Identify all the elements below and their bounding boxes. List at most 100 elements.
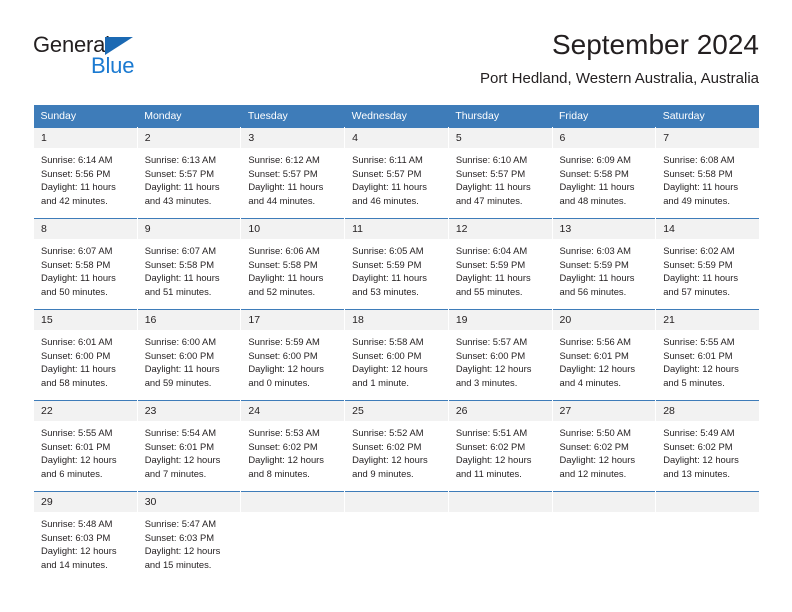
calendar-day-cell[interactable]: 20 Sunrise: 5:56 AM Sunset: 6:01 PM Dayligh… — [551, 309, 657, 401]
daylight-text: Daylight: 12 hours and 3 minutes. — [455, 363, 532, 388]
day-number: 9 — [137, 219, 241, 239]
calendar-day-cell[interactable]: 27 Sunrise: 5:50 AM Sunset: 6:02 PM Dayligh… — [551, 400, 657, 492]
sunset-text: Sunset: 5:58 PM — [41, 258, 111, 270]
sunset-text: Sunset: 5:58 PM — [144, 258, 215, 270]
sunset-text: Sunset: 6:00 PM — [455, 349, 526, 361]
calendar-day-cell[interactable]: 17 Sunrise: 5:59 AM Sunset: 6:00 PM Dayligh… — [240, 309, 346, 401]
weekday-header-tuesday: Tuesday — [240, 105, 345, 128]
day-details: Sunrise: 5:55 AM Sunset: 6:01 PM Daylight:… — [656, 330, 759, 389]
day-details: Sunrise: 5:57 AM Sunset: 6:00 PM Daylight:… — [449, 330, 552, 389]
sunrise-text: Sunrise: 6:10 AM — [455, 154, 528, 165]
daylight-text: Daylight: 12 hours and 9 minutes. — [352, 454, 428, 479]
day-details: Sunrise: 5:50 AM Sunset: 6:02 PM Daylight:… — [553, 421, 656, 480]
day-number: 30 — [137, 492, 241, 512]
day-number: 4 — [345, 128, 448, 148]
calendar-day-cell[interactable]: 30 Sunrise: 5:47 AM Sunset: 6:03 PM Dayligh… — [136, 491, 242, 582]
day-details: Sunrise: 5:54 AM Sunset: 6:01 PM Daylight:… — [138, 421, 241, 480]
title-block: September 2024 Port Hedland, Western Aus… — [480, 28, 759, 90]
calendar-day-cell[interactable]: 25 Sunrise: 5:52 AM Sunset: 6:02 PM Dayligh… — [344, 400, 449, 492]
daylight-text: Daylight: 11 hours and 42 minutes. — [41, 181, 116, 206]
calendar-day-cell[interactable]: 18 Sunrise: 5:58 AM Sunset: 6:00 PM Dayligh… — [344, 309, 449, 401]
calendar-day-cell[interactable]: 21 Sunrise: 5:55 AM Sunset: 6:01 PM Dayligh… — [655, 309, 760, 401]
calendar-day-cell[interactable]: 15 Sunrise: 6:01 AM Sunset: 6:00 PM Dayligh… — [33, 309, 138, 401]
calendar-day-cell[interactable]: 10 Sunrise: 6:06 AM Sunset: 5:58 PM Dayligh… — [240, 218, 346, 310]
sunset-text: Sunset: 6:02 PM — [455, 440, 526, 452]
weekday-header-thursday: Thursday — [448, 105, 553, 128]
day-number: 1 — [34, 128, 137, 148]
day-number: 26 — [448, 401, 552, 421]
day-details: Sunrise: 6:07 AM Sunset: 5:58 PM Daylight:… — [34, 239, 137, 298]
sunrise-text: Sunrise: 5:57 AM — [455, 336, 528, 347]
calendar-day-cell[interactable]: 26 Sunrise: 5:51 AM Sunset: 6:02 PM Dayligh… — [447, 400, 553, 492]
sunset-text: Sunset: 6:01 PM — [144, 440, 215, 452]
calendar-day-cell[interactable]: 7 Sunrise: 6:08 AM Sunset: 5:58 PM Daylight… — [655, 127, 760, 219]
calendar-day-cell[interactable]: 8 Sunrise: 6:07 AM Sunset: 5:58 PM Daylight… — [33, 218, 138, 310]
daylight-text: Daylight: 12 hours and 13 minutes. — [663, 454, 739, 479]
page-header: General Blue September 2024 Port Hedland… — [33, 28, 759, 100]
calendar-week-row: 15 Sunrise: 6:01 AM Sunset: 6:00 PM Dayligh… — [33, 309, 760, 401]
calendar-day-cell[interactable]: 9 Sunrise: 6:07 AM Sunset: 5:58 PM Daylight… — [136, 218, 242, 310]
sunrise-text: Sunrise: 5:48 AM — [41, 518, 113, 529]
daylight-text: Daylight: 11 hours and 46 minutes. — [352, 181, 427, 206]
calendar-day-cell[interactable]: 2 Sunrise: 6:13 AM Sunset: 5:57 PM Daylight… — [136, 127, 242, 219]
daylight-text: Daylight: 12 hours and 0 minutes. — [248, 363, 324, 388]
sunrise-text: Sunrise: 5:58 AM — [352, 336, 424, 347]
sunrise-text: Sunrise: 5:56 AM — [559, 336, 631, 347]
day-details: Sunrise: 6:11 AM Sunset: 5:57 PM Daylight:… — [345, 148, 448, 207]
calendar-day-cell[interactable]: 14 Sunrise: 6:02 AM Sunset: 5:59 PM Dayligh… — [655, 218, 760, 310]
calendar-day-cell[interactable]: 19 Sunrise: 5:57 AM Sunset: 6:00 PM Dayligh… — [447, 309, 553, 401]
sunset-text: Sunset: 6:02 PM — [559, 440, 629, 452]
daylight-text: Daylight: 11 hours and 47 minutes. — [455, 181, 531, 206]
daylight-text: Daylight: 11 hours and 55 minutes. — [455, 272, 531, 297]
sunrise-text: Sunrise: 5:49 AM — [663, 427, 735, 438]
calendar-header-row: Sunday Monday Tuesday Wednesday Thursday… — [33, 105, 760, 128]
calendar-day-cell[interactable]: 5 Sunrise: 6:10 AM Sunset: 5:57 PM Daylight… — [447, 127, 553, 219]
sunset-text: Sunset: 5:59 PM — [559, 258, 629, 270]
calendar-day-cell[interactable]: 16 Sunrise: 6:00 AM Sunset: 6:00 PM Dayligh… — [136, 309, 242, 401]
sunrise-text: Sunrise: 6:13 AM — [144, 154, 217, 165]
daylight-text: Daylight: 12 hours and 1 minute. — [352, 363, 428, 388]
calendar-day-cell[interactable]: 1 Sunrise: 6:14 AM Sunset: 5:56 PM Daylight… — [33, 127, 138, 219]
day-details: Sunrise: 5:47 AM Sunset: 6:03 PM Daylight:… — [138, 512, 241, 571]
calendar-day-cell[interactable]: 24 Sunrise: 5:53 AM Sunset: 6:02 PM Dayligh… — [240, 400, 346, 492]
sunrise-text: Sunrise: 6:09 AM — [559, 154, 631, 165]
day-details: Sunrise: 5:55 AM Sunset: 6:01 PM Daylight:… — [34, 421, 137, 480]
sunrise-text: Sunrise: 6:07 AM — [144, 245, 217, 256]
sunset-text: Sunset: 6:00 PM — [248, 349, 318, 361]
weekday-header-wednesday: Wednesday — [344, 105, 449, 128]
calendar-day-cell[interactable]: 4 Sunrise: 6:11 AM Sunset: 5:57 PM Daylight… — [344, 127, 449, 219]
calendar-day-cell[interactable]: 22 Sunrise: 5:55 AM Sunset: 6:01 PM Dayligh… — [33, 400, 138, 492]
day-number: 23 — [137, 401, 241, 421]
daylight-text: Daylight: 11 hours and 56 minutes. — [559, 272, 635, 297]
day-number: 21 — [656, 310, 759, 330]
day-number: 28 — [656, 401, 759, 421]
day-number: 2 — [137, 128, 241, 148]
calendar-day-cell[interactable]: 23 Sunrise: 5:54 AM Sunset: 6:01 PM Dayligh… — [136, 400, 242, 492]
calendar-day-cell[interactable]: 13 Sunrise: 6:03 AM Sunset: 5:59 PM Dayligh… — [551, 218, 657, 310]
weekday-header-monday: Monday — [137, 105, 241, 128]
calendar-day-cell[interactable]: 3 Sunrise: 6:12 AM Sunset: 5:57 PM Daylight… — [240, 127, 346, 219]
logo-text-blue: Blue — [91, 53, 135, 78]
calendar-day-cell[interactable]: 6 Sunrise: 6:09 AM Sunset: 5:58 PM Daylight… — [551, 127, 657, 219]
calendar-day-cell[interactable]: 12 Sunrise: 6:04 AM Sunset: 5:59 PM Dayligh… — [447, 218, 553, 310]
sunset-text: Sunset: 6:00 PM — [352, 349, 422, 361]
day-details: Sunrise: 6:02 AM Sunset: 5:59 PM Daylight:… — [656, 239, 759, 298]
day-details: Sunrise: 5:56 AM Sunset: 6:01 PM Daylight:… — [553, 330, 656, 389]
calendar-day-cell[interactable]: 11 Sunrise: 6:05 AM Sunset: 5:59 PM Dayligh… — [344, 218, 449, 310]
day-number — [241, 492, 345, 512]
daylight-text: Daylight: 11 hours and 59 minutes. — [144, 363, 220, 388]
daylight-text: Daylight: 11 hours and 57 minutes. — [663, 272, 739, 297]
day-number: 13 — [552, 219, 656, 239]
calendar-day-cell[interactable]: 28 Sunrise: 5:49 AM Sunset: 6:02 PM Dayligh… — [655, 400, 760, 492]
sunrise-text: Sunrise: 5:55 AM — [663, 336, 735, 347]
daylight-text: Daylight: 11 hours and 58 minutes. — [41, 363, 116, 388]
calendar-day-cell[interactable]: 29 Sunrise: 5:48 AM Sunset: 6:03 PM Dayligh… — [33, 491, 138, 582]
calendar-empty-cell — [551, 491, 657, 582]
day-number: 18 — [345, 310, 448, 330]
sunset-text: Sunset: 5:57 PM — [352, 167, 422, 179]
sunset-text: Sunset: 6:03 PM — [41, 531, 111, 543]
page-subtitle: Port Hedland, Western Australia, Austral… — [479, 70, 759, 87]
day-number: 29 — [34, 492, 137, 512]
sunset-text: Sunset: 5:57 PM — [455, 167, 526, 179]
daylight-text: Daylight: 12 hours and 4 minutes. — [559, 363, 636, 388]
